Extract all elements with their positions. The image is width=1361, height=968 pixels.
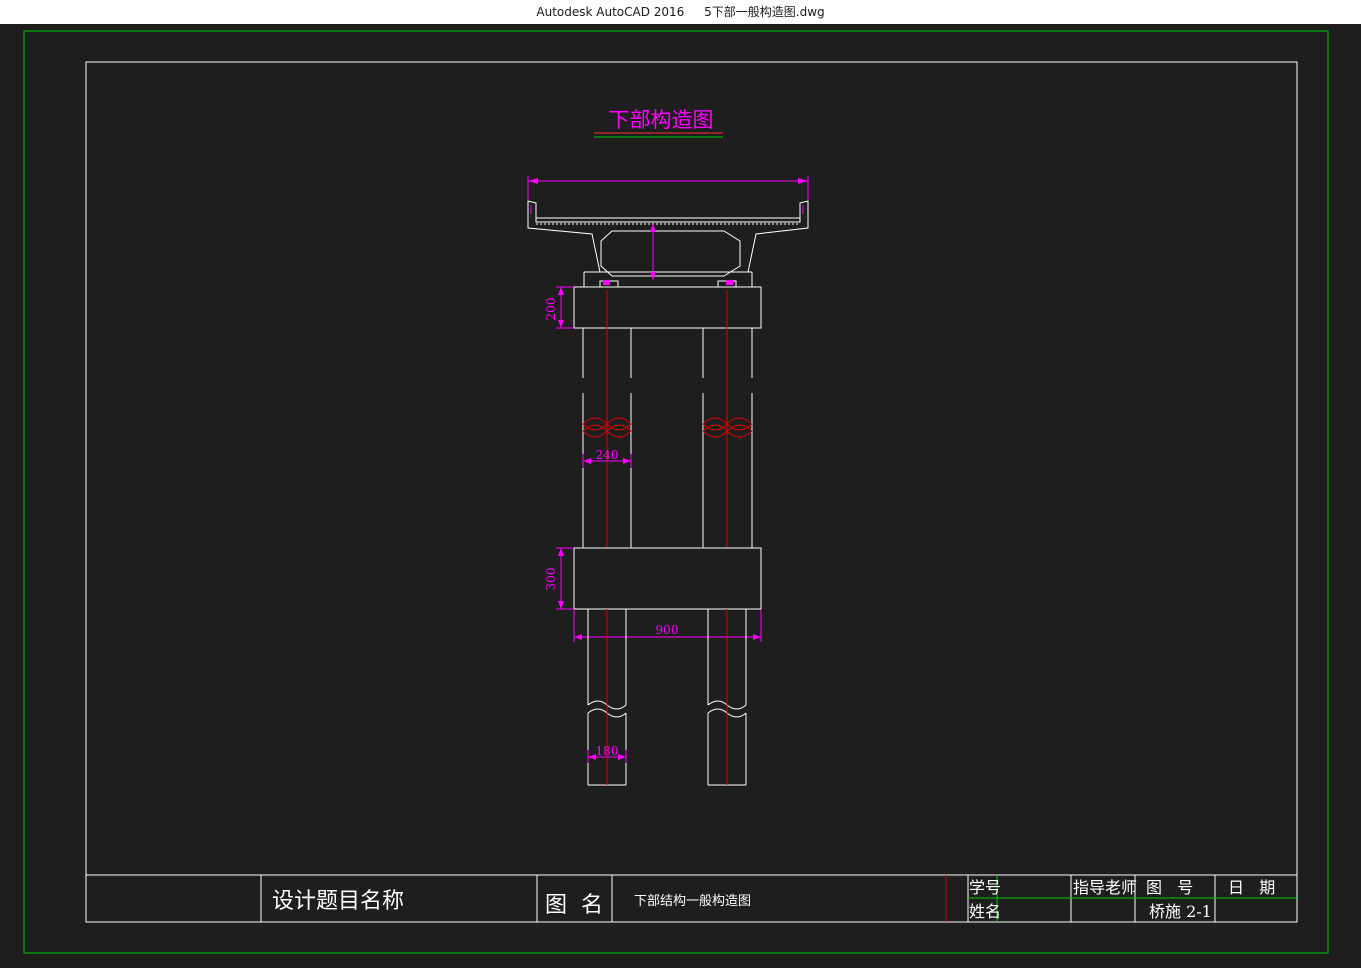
drawing-title: 下部构造图 <box>609 108 714 132</box>
tie-beam-dimension <box>556 547 574 610</box>
box-girder <box>527 200 809 288</box>
drawing-svg[interactable]: 下部构造图 200 240 300 900 180 设计题目名称 图 名 下部结… <box>0 24 1361 968</box>
green-frame <box>23 30 1329 954</box>
student-id-label: 学号 <box>969 878 1001 897</box>
date-label: 日 期 <box>1228 878 1275 897</box>
drawing-no-value: 桥施 2-1 <box>1149 902 1212 921</box>
deck-width-dimension <box>527 176 809 200</box>
app-title: Autodesk AutoCAD 2016 <box>536 5 685 19</box>
project-name-label: 设计题目名称 <box>272 889 404 914</box>
cap-beam-dimension <box>556 286 574 329</box>
cap-beam <box>573 286 762 329</box>
tie-beam <box>573 547 762 610</box>
advisor-label: 指导老师 <box>1073 878 1137 897</box>
tie-beam-dim-label: 300 <box>544 568 558 591</box>
name-label: 姓名 <box>969 902 1001 921</box>
drawing-border <box>85 61 1298 923</box>
drawing-name-label: 图 名 <box>545 893 603 918</box>
width-dim-label: 900 <box>656 623 679 637</box>
pile-dim-label: 180 <box>596 744 619 758</box>
file-name: 5下部一般构造图.dwg <box>704 5 825 19</box>
drawing-name-value: 下部结构一般构造图 <box>634 893 751 909</box>
drawing-canvas[interactable]: 下部构造图 200 240 300 900 180 设计题目名称 图 名 下部结… <box>0 24 1361 968</box>
column-dim-label: 240 <box>596 448 619 462</box>
window-title-bar: Autodesk AutoCAD 2016 5下部一般构造图.dwg <box>0 0 1361 24</box>
cap-beam-dim-label: 200 <box>544 298 558 321</box>
railing-marks <box>530 205 804 214</box>
drawing-no-label: 图 号 <box>1146 878 1193 897</box>
